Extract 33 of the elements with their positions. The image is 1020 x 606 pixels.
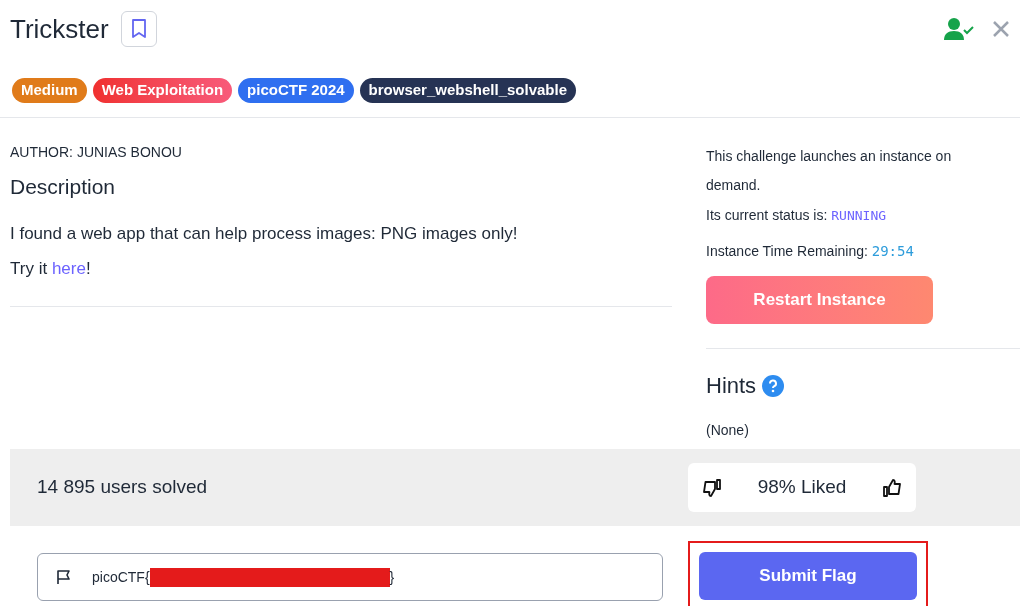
challenge-title: Trickster	[10, 12, 109, 46]
bookmark-icon	[130, 19, 147, 39]
status-label: Its current status is:	[706, 207, 829, 223]
description-text: I found a web app that can help process images: PNG images only!	[10, 222, 519, 245]
close-icon[interactable]	[992, 20, 1010, 38]
restart-instance-button[interactable]: Restart Instance	[706, 276, 933, 324]
user-check-icon[interactable]	[944, 17, 974, 41]
time-value: 29:54	[871, 243, 914, 259]
flag-icon	[56, 569, 72, 585]
time-label: Instance Time Remaining:	[706, 243, 869, 259]
description-heading: Description	[10, 174, 117, 200]
bookmark-button[interactable]	[120, 11, 157, 47]
here-link[interactable]: here	[51, 259, 86, 278]
instance-intro-text: This challenge launches an instance on demand.	[706, 147, 953, 195]
try-it-text: Try it	[10, 259, 49, 278]
flag-input-field[interactable]: picoCTF{ }	[37, 553, 663, 601]
flag-value-end: }	[389, 567, 395, 587]
hints-text: (None)	[706, 421, 750, 440]
solved-count: 14 895 users solved	[37, 475, 209, 500]
submit-flag-button[interactable]: Submit Flag	[699, 552, 917, 600]
tag: Medium	[12, 78, 87, 103]
thumbs-up-icon[interactable]	[882, 477, 902, 498]
liked-percentage: 98% Liked	[757, 475, 847, 500]
help-icon[interactable]	[762, 374, 785, 397]
tag: browser_webshell_solvable	[359, 78, 577, 103]
hints-heading: Hints	[706, 372, 757, 400]
flag-value-start: picoCTF{	[92, 567, 150, 587]
author-label: AUTHOR: JUNIAS BONOU	[10, 143, 183, 162]
tag: picoCTF 2024	[238, 78, 354, 103]
thumbs-down-icon[interactable]	[702, 477, 722, 498]
tag: Web Exploitation	[92, 78, 233, 103]
punctuation-text: !	[85, 259, 91, 278]
status-value: RUNNING	[831, 208, 887, 223]
